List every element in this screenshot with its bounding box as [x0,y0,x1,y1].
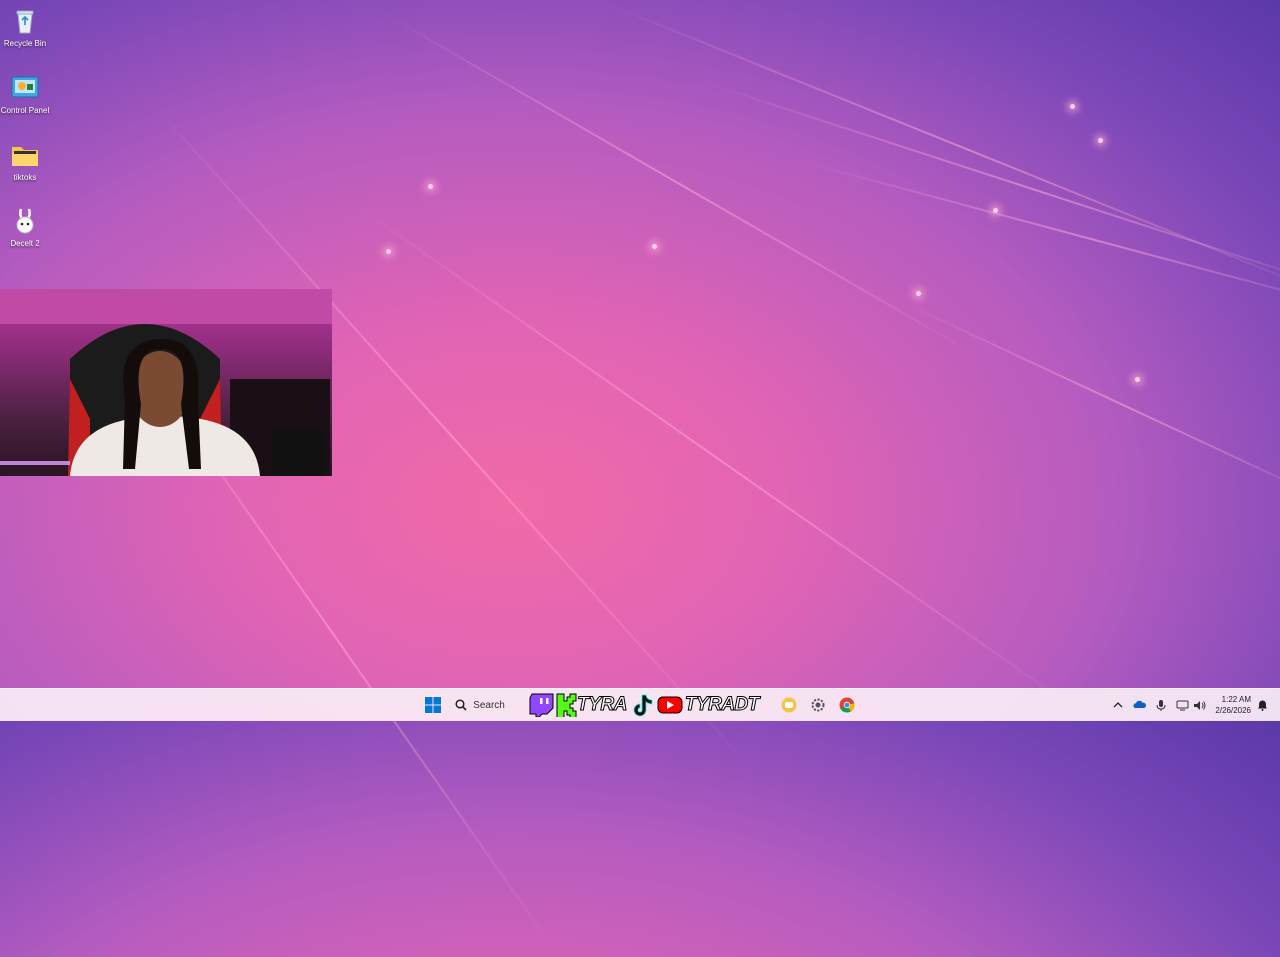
recycle-bin-icon [16,10,34,34]
chrome-icon [839,697,855,713]
volume-icon [1193,700,1205,710]
clock-time: 1:22 AM [1221,695,1251,704]
chevron-up-icon [1113,702,1123,708]
tray-overflow-button[interactable] [1110,693,1126,717]
network-icon [1176,700,1188,710]
folder-icon [12,147,38,166]
streamer-camera-feed [0,289,332,476]
clock-date: 2/26/2026 [1215,706,1251,715]
discord-icon [781,697,797,713]
taskbar: Search TYRA TYRADT 1:22 AM 2/26/2026 [0,688,1280,721]
desktop-icon-decelt-2[interactable]: Decelt 2 [0,200,50,248]
tiktok-icon [633,694,653,717]
desktop-icon-control-panel[interactable]: Control Panel [0,67,50,115]
desktop-icon-label: Decelt 2 [10,239,40,248]
control-panel-icon [11,76,39,98]
bunny-app-icon [16,208,34,234]
desktop-icon-label: tiktoks [13,173,37,182]
desktop-icon-recycle-bin[interactable]: Recycle Bin [0,0,50,48]
kick-handle: TYRA [577,694,628,716]
settings-icon [811,698,825,712]
search-label: Search [473,699,505,711]
tray-microphone[interactable] [1153,693,1169,717]
twitch-icon [529,693,554,717]
stream-socials-banner: TYRA TYRADT [513,693,775,717]
desktop-icon-label: Recycle Bin [3,39,47,48]
tray-onedrive[interactable] [1131,693,1147,717]
tray-network[interactable] [1174,693,1190,717]
tray-volume[interactable] [1191,693,1207,717]
search-icon [455,699,467,711]
microphone-icon [1156,699,1166,711]
taskbar-app-settings[interactable] [808,693,828,717]
kick-icon [556,693,577,717]
youtube-icon [657,696,683,714]
notification-icon [1257,700,1267,711]
taskbar-app-discord[interactable] [779,693,799,717]
taskbar-app-chrome[interactable] [837,693,857,717]
onedrive-icon [1133,700,1146,708]
desktop-icon-label: Control Panel [0,106,50,115]
taskbar-clock[interactable]: 1:22 AM 2/26/2026 [1215,694,1251,716]
youtube-handle: TYRADT [684,694,760,716]
desktop-icon-tiktoks[interactable]: tiktoks [0,134,50,182]
start-button[interactable] [421,693,445,717]
start-icon [425,697,441,713]
webcam-overlay [0,289,332,476]
taskbar-search[interactable]: Search [451,693,509,717]
notification-center-button[interactable] [1254,693,1270,717]
